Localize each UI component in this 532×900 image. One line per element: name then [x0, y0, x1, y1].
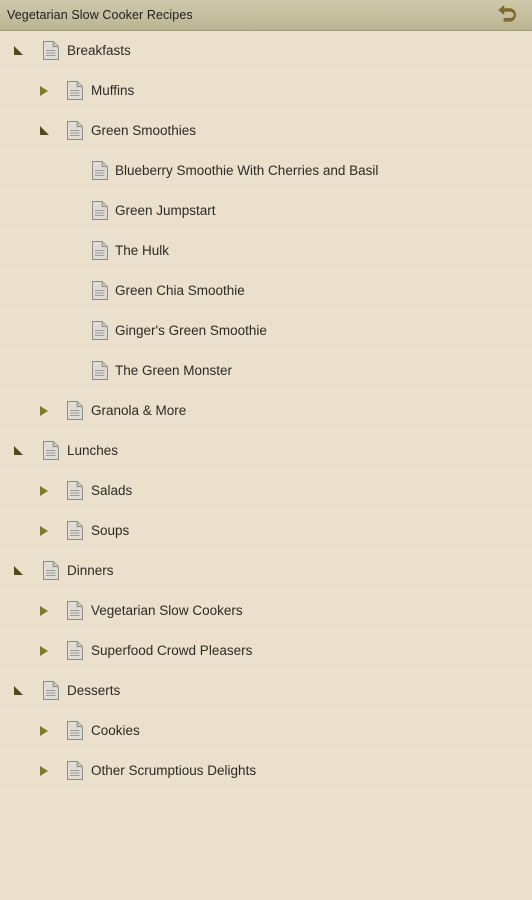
tree-row[interactable]: Vegetarian Slow Cookers [0, 591, 532, 631]
recipe-tree[interactable]: Breakfasts Muffins Green Smoothies Blueb… [0, 31, 532, 900]
tree-row-label: The Green Monster [115, 363, 233, 378]
chevron-right-icon[interactable] [37, 604, 51, 618]
chevron-right-icon[interactable] [37, 404, 51, 418]
triangle-glyph [40, 485, 48, 496]
chevron-down-icon[interactable] [37, 124, 51, 138]
tree-row[interactable]: Lunches [0, 431, 532, 471]
document-icon [92, 361, 108, 380]
tree-row[interactable]: Ginger's Green Smoothie [0, 311, 532, 351]
document-icon [92, 241, 108, 260]
triangle-glyph [13, 46, 23, 55]
tree-row[interactable]: The Hulk [0, 231, 532, 271]
triangle-glyph [13, 566, 23, 575]
triangle-glyph [40, 525, 48, 536]
page-title: Vegetarian Slow Cooker Recipes [7, 8, 193, 22]
tree-row-label: Ginger's Green Smoothie [115, 323, 267, 338]
triangle-glyph [40, 645, 48, 656]
document-icon [67, 761, 83, 780]
tree-row[interactable]: Breakfasts [0, 31, 532, 71]
tree-row[interactable]: Granola & More [0, 391, 532, 431]
tree-row[interactable]: Blueberry Smoothie With Cherries and Bas… [0, 151, 532, 191]
back-button[interactable] [488, 0, 530, 30]
tree-row-label: Superfood Crowd Pleasers [91, 643, 253, 658]
chevron-right-icon[interactable] [37, 644, 51, 658]
chevron-right-icon[interactable] [37, 524, 51, 538]
tree-row-label: Muffins [91, 83, 135, 98]
chevron-down-icon[interactable] [11, 684, 25, 698]
document-icon [67, 481, 83, 500]
chevron-down-icon[interactable] [11, 44, 25, 58]
tree-row-label: Blueberry Smoothie With Cherries and Bas… [115, 163, 379, 178]
triangle-glyph [39, 126, 49, 135]
document-icon [43, 41, 59, 60]
tree-row-label: Dinners [67, 563, 114, 578]
tree-row-label: Cookies [91, 723, 140, 738]
document-icon [67, 121, 83, 140]
document-icon [67, 641, 83, 660]
tree-row-label: Salads [91, 483, 133, 498]
tree-row-label: Desserts [67, 683, 121, 698]
tree-row-label: Green Smoothies [91, 123, 197, 138]
tree-row[interactable]: Muffins [0, 71, 532, 111]
tree-row[interactable]: Dinners [0, 551, 532, 591]
document-icon [43, 441, 59, 460]
tree-row[interactable]: Green Jumpstart [0, 191, 532, 231]
tree-row[interactable]: Soups [0, 511, 532, 551]
tree-row[interactable]: The Green Monster [0, 351, 532, 391]
triangle-glyph [40, 405, 48, 416]
tree-row-label: Lunches [67, 443, 119, 458]
document-icon [92, 201, 108, 220]
document-icon [67, 601, 83, 620]
triangle-glyph [13, 446, 23, 455]
tree-row[interactable]: Cookies [0, 711, 532, 751]
triangle-glyph [40, 605, 48, 616]
document-icon [92, 281, 108, 300]
chevron-down-icon[interactable] [11, 564, 25, 578]
tree-row-label: Other Scrumptious Delights [91, 763, 257, 778]
tree-row[interactable]: Salads [0, 471, 532, 511]
tree-row[interactable]: Superfood Crowd Pleasers [0, 631, 532, 671]
triangle-glyph [13, 686, 23, 695]
tree-row-label: The Hulk [115, 243, 170, 258]
triangle-glyph [40, 725, 48, 736]
title-bar: Vegetarian Slow Cooker Recipes [0, 0, 532, 31]
document-icon [67, 521, 83, 540]
tree-row[interactable]: Other Scrumptious Delights [0, 751, 532, 791]
triangle-glyph [40, 765, 48, 776]
chevron-right-icon[interactable] [37, 484, 51, 498]
document-icon [67, 81, 83, 100]
document-icon [67, 721, 83, 740]
triangle-glyph [40, 85, 48, 96]
chevron-right-icon[interactable] [37, 84, 51, 98]
tree-row-label: Soups [91, 523, 130, 538]
chevron-down-icon[interactable] [11, 444, 25, 458]
tree-row-label: Breakfasts [67, 43, 131, 58]
tree-row-label: Green Jumpstart [115, 203, 216, 218]
tree-row-label: Vegetarian Slow Cookers [91, 603, 243, 618]
chevron-right-icon[interactable] [37, 724, 51, 738]
undo-back-arrow-icon [497, 4, 521, 26]
chevron-right-icon[interactable] [37, 764, 51, 778]
document-icon [67, 401, 83, 420]
document-icon [43, 561, 59, 580]
document-icon [92, 161, 108, 180]
tree-row[interactable]: Desserts [0, 671, 532, 711]
tree-row[interactable]: Green Smoothies [0, 111, 532, 151]
document-icon [92, 321, 108, 340]
tree-row-label: Granola & More [91, 403, 187, 418]
document-icon [43, 681, 59, 700]
tree-row[interactable]: Green Chia Smoothie [0, 271, 532, 311]
tree-row-label: Green Chia Smoothie [115, 283, 245, 298]
